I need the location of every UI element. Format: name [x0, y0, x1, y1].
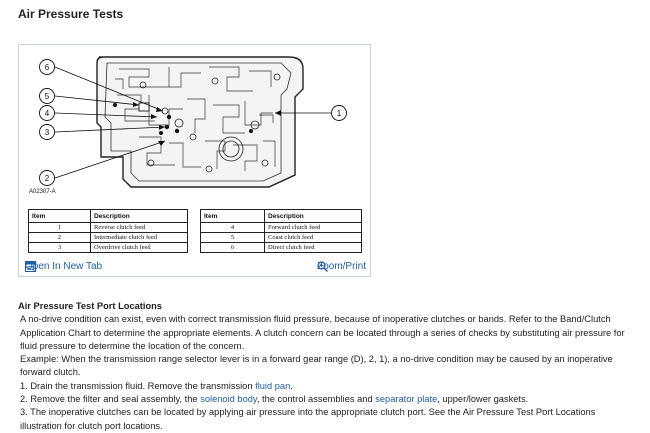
item-description: Overdrive clutch feed	[90, 242, 188, 253]
item-number: 6	[200, 242, 265, 253]
solenoid-body-link[interactable]: solenoid body	[200, 394, 257, 404]
zoom-print-link[interactable]: Zoom/Print	[317, 261, 366, 272]
callout-label: 3	[45, 128, 50, 137]
open-new-tab-icon	[25, 261, 36, 272]
step-text: 1. Drain the transmission fluid. Remove …	[20, 380, 256, 391]
item-number: 4	[200, 222, 265, 233]
callout-label: 2	[45, 174, 50, 183]
callout-label: 6	[45, 63, 50, 72]
intro-paragraph: A no-drive condition can exist, even wit…	[20, 314, 625, 351]
callout-label: 4	[45, 109, 50, 118]
table-row: 6 Direct clutch feed	[200, 242, 362, 253]
step-text: .	[290, 380, 293, 391]
article-body: Air Pressure Test Port Locations A no-dr…	[18, 300, 638, 433]
column-header-item: Item	[28, 209, 91, 223]
item-number: 1	[28, 222, 91, 233]
section-subheading: Air Pressure Test Port Locations	[18, 301, 162, 311]
fluid-pan-link[interactable]: fluid pan	[255, 381, 290, 391]
separator-plate-link[interactable]: separator plate	[375, 394, 437, 404]
legend-table-right: Item Description 4 Forward clutch feed 5…	[200, 209, 362, 253]
item-number: 2	[28, 232, 91, 243]
legend-table-left: Item Description 1 Reverse clutch feed 2…	[28, 209, 188, 253]
callout-label: 5	[45, 92, 50, 101]
item-number: 5	[200, 232, 265, 243]
callout-label: 1	[337, 109, 342, 118]
column-header-description: Description	[90, 209, 188, 223]
column-header-description: Description	[264, 209, 362, 223]
zoom-icon	[317, 261, 329, 272]
item-description: Intermediate clutch feed	[90, 232, 188, 243]
item-number: 3	[28, 242, 91, 253]
open-in-new-tab-link[interactable]: Open In New Tab	[25, 261, 102, 272]
list-item: 2. Remove the filter and seal assembly, …	[18, 393, 638, 406]
item-description: Reverse clutch feed	[90, 222, 188, 233]
steps-list: 1. Drain the transmission fluid. Remove …	[18, 380, 638, 433]
open-in-new-tab-label: Open In New Tab	[25, 261, 103, 272]
step-text: 2. Remove the filter and seal assembly, …	[20, 394, 201, 405]
item-description: Coast clutch feed	[264, 232, 362, 243]
table-row: 5 Coast clutch feed	[200, 232, 362, 243]
page-title: Air Pressure Tests	[18, 7, 124, 21]
table-row: 1 Reverse clutch feed	[28, 222, 188, 233]
table-row: 2 Intermediate clutch feed	[28, 232, 188, 243]
step-text: , upper/lower gaskets.	[437, 394, 529, 405]
list-item: 1. Drain the transmission fluid. Remove …	[18, 380, 638, 393]
table-row: 3 Overdrive clutch feed	[28, 242, 188, 253]
step-text: , the control assemblies and	[256, 394, 376, 405]
item-description: Direct clutch feed	[264, 242, 362, 253]
diagram-figure: 6 5 4 3 2 1 A02307-A Item Description 1 …	[18, 44, 371, 277]
table-row: 4 Forward clutch feed	[200, 222, 362, 233]
diagram-code: A02307-A	[29, 189, 56, 195]
example-paragraph: Example: When the transmission range sel…	[20, 354, 613, 378]
item-description: Forward clutch feed	[264, 222, 362, 233]
column-header-item: Item	[200, 209, 265, 223]
